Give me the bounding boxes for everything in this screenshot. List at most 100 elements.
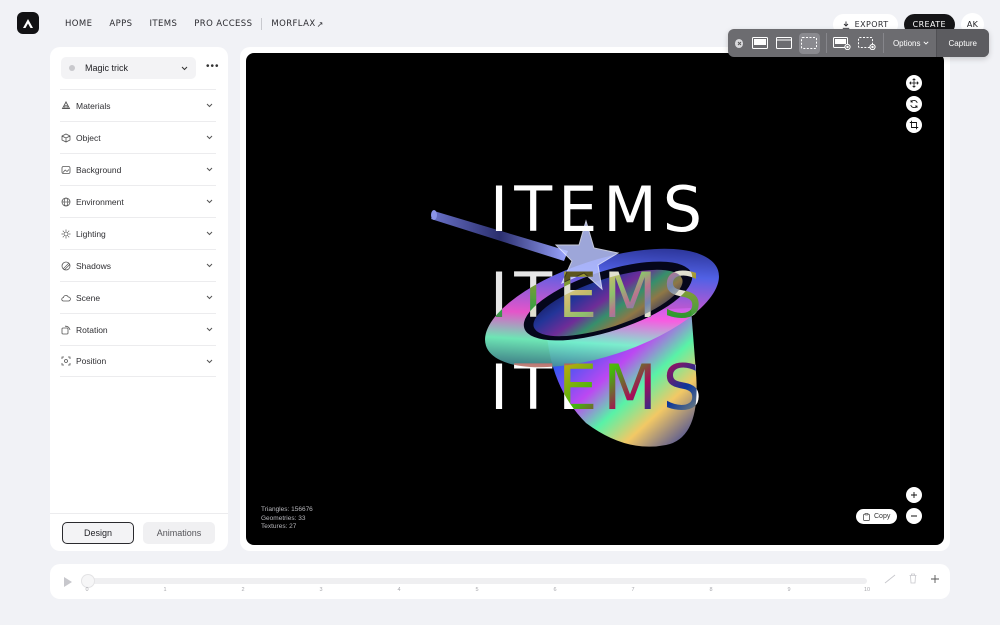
section-object[interactable]: Object [60, 121, 216, 153]
play-icon [64, 577, 72, 587]
clipboard-icon [863, 512, 870, 521]
rotate-control-button[interactable] [906, 96, 922, 112]
download-icon [842, 21, 849, 29]
canvas-panel: ITEMS ITEMS ITEMS Triangles: 156676 Geom… [240, 47, 950, 551]
copy-button[interactable]: Copy [856, 509, 898, 524]
tick-label: 5 [475, 587, 479, 593]
toolbar-divider [883, 33, 884, 53]
shadow-icon [61, 261, 71, 270]
logo-icon [23, 18, 33, 28]
section-materials[interactable]: Materials [60, 89, 216, 121]
section-label: Shadows [76, 260, 111, 271]
nav-morflax[interactable]: MORFLAX [271, 19, 315, 29]
cube-icon [61, 133, 71, 142]
timeline-track[interactable] [82, 575, 867, 587]
chevron-down-icon [206, 135, 213, 140]
move-control-button[interactable] [906, 75, 922, 91]
play-button[interactable] [63, 575, 73, 593]
capture-window-button[interactable] [774, 33, 795, 54]
chevron-down-icon [206, 231, 213, 236]
capture-button[interactable]: Capture [935, 29, 989, 57]
section-scene[interactable]: Scene [60, 281, 216, 313]
chevron-down-icon [206, 103, 213, 108]
zoom-out-button[interactable] [906, 508, 922, 524]
zoom-in-button[interactable] [906, 487, 922, 503]
nav-apps[interactable]: APPS [109, 19, 132, 29]
move-icon [909, 78, 919, 88]
section-label: Position [76, 356, 107, 366]
globe-icon [61, 197, 71, 206]
property-sections: Materials Object Background Environment … [60, 89, 216, 377]
chevron-down-icon [206, 359, 213, 363]
image-icon [61, 165, 71, 174]
design-panel: Magic trick ••• Materials Object Backgro… [50, 47, 228, 551]
section-label: Environment [76, 196, 124, 207]
section-environment[interactable]: Environment [60, 185, 216, 217]
tick-label: 10 [863, 587, 871, 593]
copy-label: Copy [874, 513, 891, 520]
materials-icon [61, 100, 71, 109]
minus-icon [911, 515, 917, 517]
tick-label: 1 [163, 587, 167, 593]
tick-label: 7 [631, 587, 635, 593]
nav-pro-access[interactable]: PRO ACCESS [194, 19, 252, 29]
playhead-handle[interactable] [82, 575, 94, 587]
tab-design[interactable]: Design [62, 521, 134, 544]
chevron-down-icon [206, 167, 213, 172]
cloud-icon [61, 294, 71, 301]
section-background[interactable]: Background [60, 153, 216, 185]
section-label: Background [76, 164, 122, 175]
section-lighting[interactable]: Lighting [60, 217, 216, 249]
record-screen-button[interactable] [831, 33, 852, 54]
capture-entire-screen-button[interactable] [749, 33, 770, 54]
tick-label: 3 [319, 587, 323, 593]
options-dropdown[interactable]: Options [893, 39, 929, 48]
timeline-ticks: 0 1 2 3 4 5 6 7 8 9 10 [85, 587, 871, 595]
add-keyframe-icon[interactable] [930, 574, 940, 584]
capture-selection-button[interactable] [798, 32, 820, 54]
tick-label: 0 [85, 587, 89, 593]
arrow-up-right-icon: ↗ [316, 19, 324, 29]
section-position[interactable]: Position [60, 345, 216, 377]
chevron-down-icon [206, 263, 213, 268]
scene-text-bottom: ITEMS [489, 351, 709, 424]
nav-items[interactable]: ITEMS [149, 19, 177, 29]
tab-animations[interactable]: Animations [143, 521, 215, 544]
section-rotation[interactable]: Rotation [60, 313, 216, 345]
crop-control-button[interactable] [906, 117, 922, 133]
trash-icon[interactable] [908, 573, 918, 584]
triangles-count: Triangles: 156676 [261, 506, 313, 513]
preset-select[interactable]: Magic trick [61, 57, 196, 79]
section-shadows[interactable]: Shadows [60, 249, 216, 281]
refresh-icon [910, 100, 918, 108]
sun-icon [61, 229, 71, 238]
plus-icon [911, 492, 917, 498]
chevron-down-icon [206, 295, 213, 300]
geometries-count: Geometries: 33 [261, 514, 306, 522]
tick-label: 4 [397, 587, 401, 593]
more-options-icon[interactable]: ••• [206, 61, 220, 72]
section-label: Materials [76, 100, 111, 111]
nav-divider [261, 18, 263, 30]
scene-stats: Triangles: 156676 Geometries: 33 Texture… [261, 506, 313, 532]
section-label: Rotation [76, 324, 108, 335]
record-selection-button[interactable] [856, 33, 877, 54]
3d-viewport[interactable]: ITEMS ITEMS ITEMS Triangles: 156676 Geom… [246, 53, 944, 545]
animation-timeline: 0 1 2 3 4 5 6 7 8 9 10 [50, 564, 950, 599]
textures-count: Textures: 27 [261, 523, 297, 530]
section-label: Lighting [76, 228, 106, 239]
close-toolbar-button[interactable] [735, 38, 744, 48]
preset-thumbnail [69, 65, 75, 71]
tick-label: 6 [553, 587, 557, 593]
entire-screen-icon [751, 37, 768, 49]
tick-label: 2 [241, 587, 245, 593]
easing-curve-icon[interactable] [884, 574, 896, 584]
scene-text-middle: ITEMS [489, 259, 709, 332]
rotate-icon [61, 325, 71, 334]
screenshot-toolbar: Options Capture [728, 29, 989, 57]
chevron-down-icon [206, 199, 213, 204]
tick-label: 9 [787, 587, 791, 593]
nav-home[interactable]: HOME [65, 19, 92, 29]
toolbar-divider [825, 33, 827, 53]
app-logo[interactable] [17, 12, 39, 34]
